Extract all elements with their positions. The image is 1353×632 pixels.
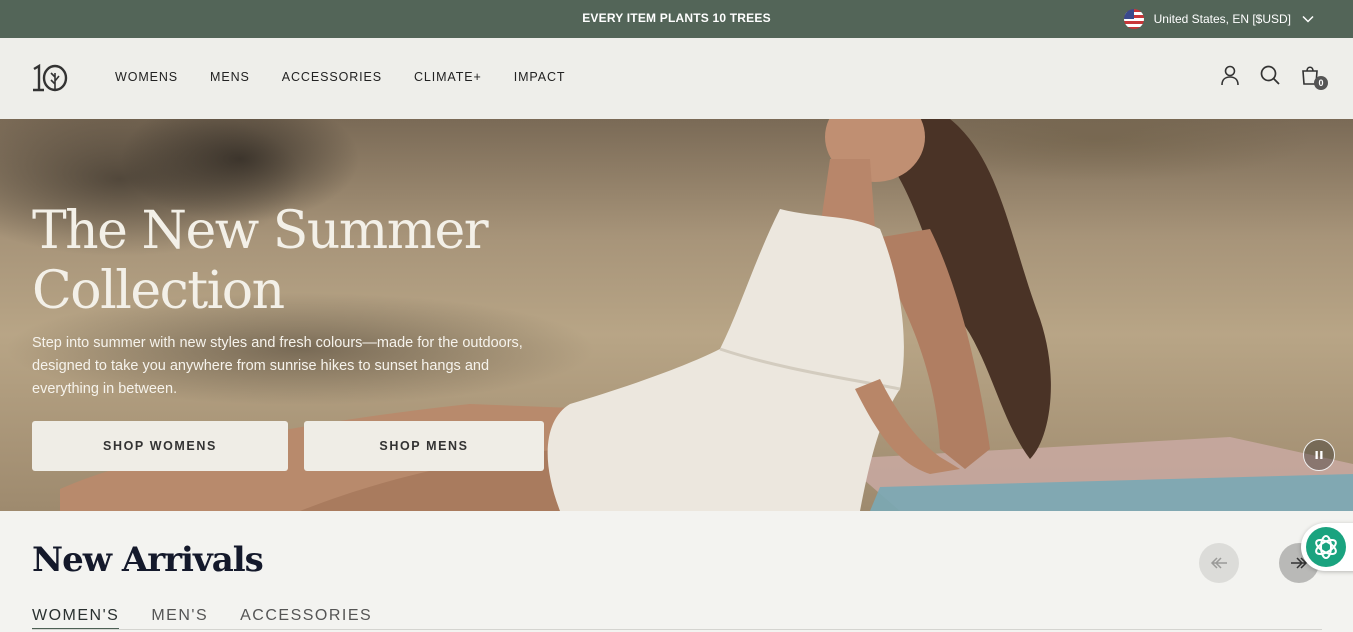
nav-impact[interactable]: IMPACT: [514, 70, 566, 84]
header-icons: 0: [1219, 64, 1328, 90]
section-title: New Arrivals: [32, 540, 264, 580]
nav-climate[interactable]: CLIMATE+: [414, 70, 482, 84]
shop-womens-button[interactable]: SHOP WOMENS: [32, 421, 288, 471]
hero-subtitle: Step into summer with new styles and fre…: [32, 335, 523, 397]
nav-mens[interactable]: MENS: [210, 70, 250, 84]
carousel-prev-button[interactable]: [1199, 543, 1239, 583]
hero-banner: The New Summer Collection Step into summ…: [0, 119, 1353, 511]
chevron-down-icon: [1302, 15, 1314, 23]
tab-mens[interactable]: MEN'S: [151, 607, 208, 630]
locale-label: United States, EN [$USD]: [1153, 12, 1291, 26]
chatgpt-logo-shape: [1315, 535, 1337, 559]
tab-accessories[interactable]: ACCESSORIES: [240, 607, 372, 630]
site-header: WOMENS MENS ACCESSORIES CLIMATE+ IMPACT …: [0, 38, 1353, 119]
brand-logo[interactable]: [30, 63, 70, 93]
tabs-divider: [32, 629, 1322, 630]
pause-button[interactable]: [1303, 439, 1335, 471]
nav-womens[interactable]: WOMENS: [115, 70, 178, 84]
category-tabs: WOMEN'S MEN'S ACCESSORIES: [32, 607, 404, 630]
search-icon[interactable]: [1259, 64, 1281, 86]
tab-womens[interactable]: WOMEN'S: [32, 607, 120, 630]
account-icon[interactable]: [1219, 64, 1241, 86]
chatgpt-icon: [1306, 527, 1346, 567]
hero-title: The New Summer Collection: [32, 201, 552, 321]
hero-title-line-1: The New Summer: [32, 201, 489, 261]
arrow-left-icon: [1210, 557, 1227, 569]
shop-mens-button[interactable]: SHOP MENS: [304, 421, 544, 471]
hero-title-line-2: Collection: [32, 261, 285, 321]
main-nav: WOMENS MENS ACCESSORIES CLIMATE+ IMPACT: [115, 70, 597, 84]
announcement-bar: EVERY ITEM PLANTS 10 TREES United States…: [0, 0, 1353, 38]
locale-selector[interactable]: United States, EN [$USD]: [1123, 9, 1315, 29]
cart-button[interactable]: 0: [1299, 64, 1328, 90]
chatgpt-extension-button[interactable]: [1301, 523, 1353, 571]
nav-accessories[interactable]: ACCESSORIES: [282, 70, 382, 84]
cart-count-badge: 0: [1314, 76, 1328, 90]
pause-icon: [1315, 451, 1323, 459]
flag-us-icon: [1123, 9, 1144, 29]
